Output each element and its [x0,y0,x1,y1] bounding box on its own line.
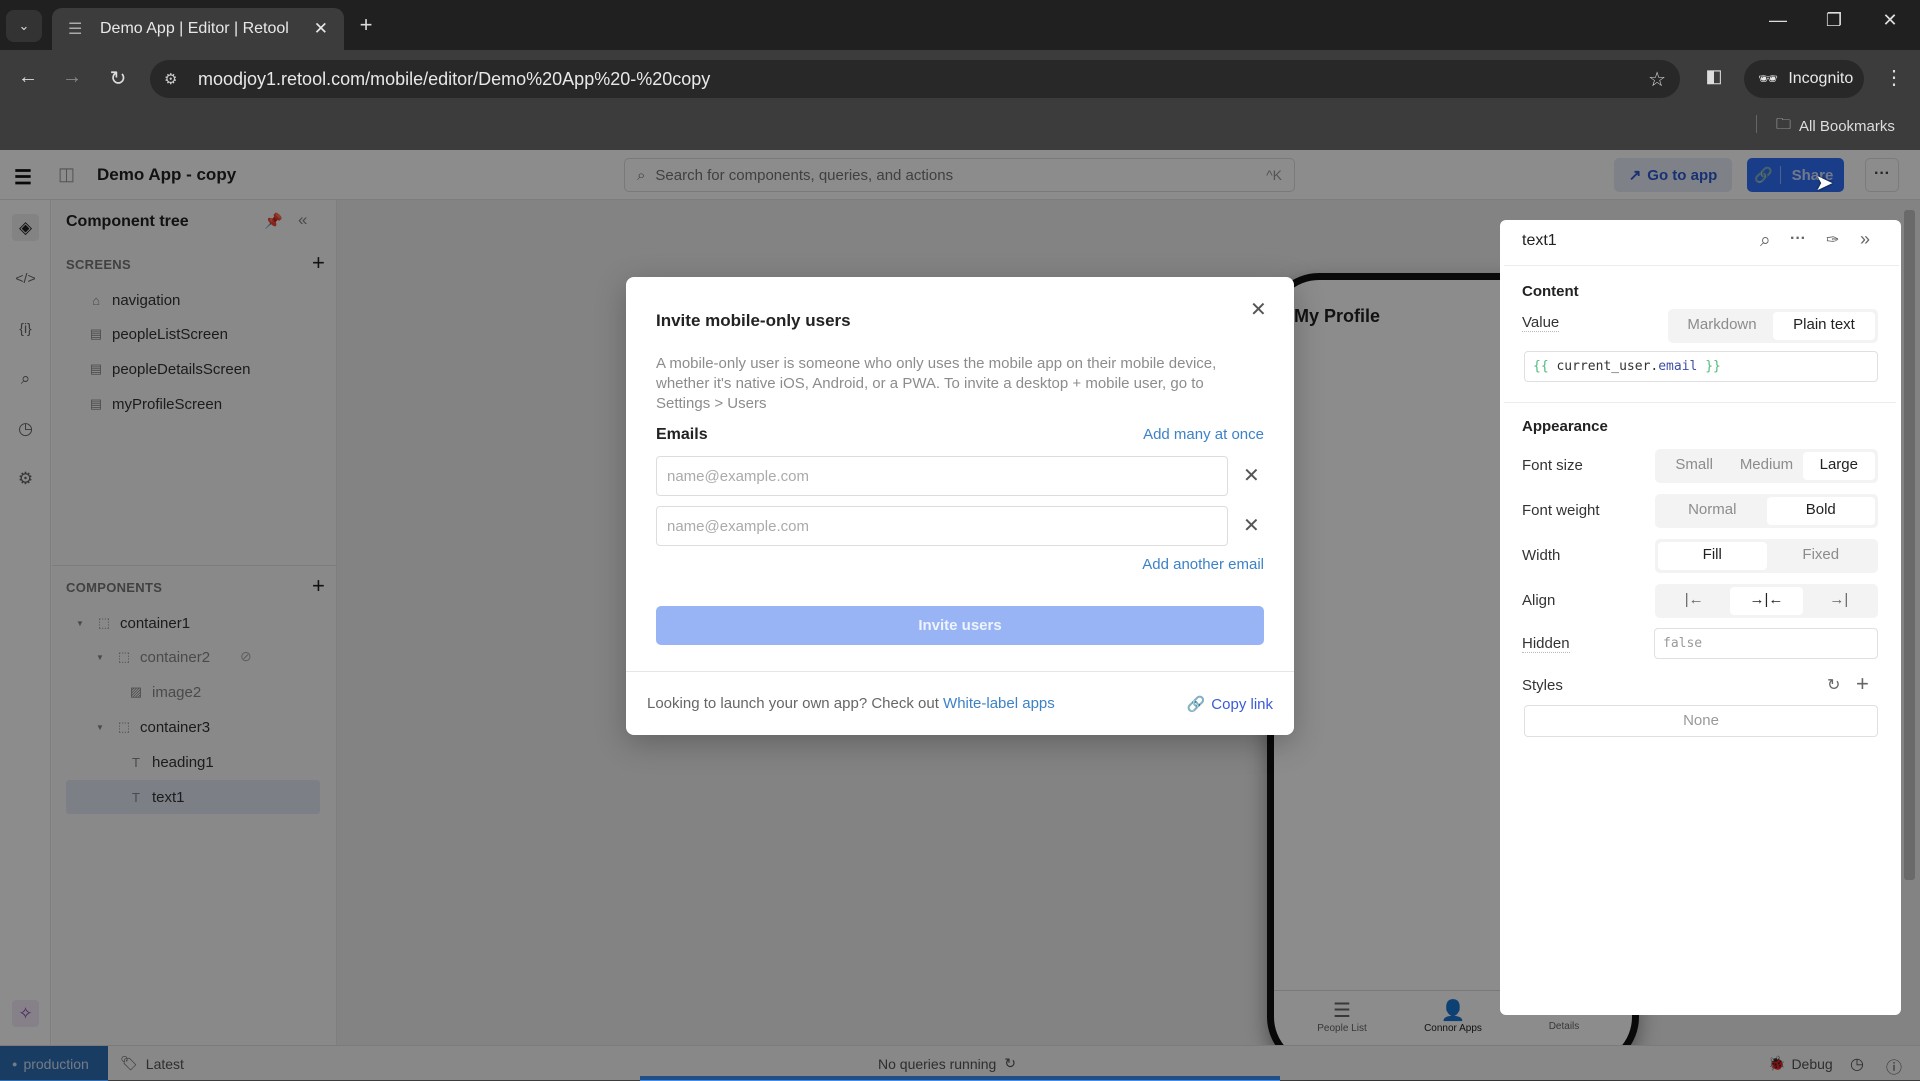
add-style-icon[interactable]: + [1856,671,1869,697]
modal-description: A mobile-only user is someone who only u… [656,355,1217,412]
align-left-icon[interactable]: |← [1658,587,1730,615]
invite-users-button[interactable]: Invite users [656,606,1264,645]
tab-search-button[interactable]: ⌄ [6,10,42,42]
site-info-icon[interactable]: ⚙ [164,70,186,88]
add-another-email-link[interactable]: Add another email [1142,556,1264,573]
unpin-icon[interactable]: ✑ [1826,230,1839,250]
remove-email-2-icon[interactable]: ✕ [1243,513,1260,538]
more-icon[interactable]: ··· [1790,230,1806,248]
value-mode-toggle[interactable]: Markdown Plain text [1668,309,1878,343]
remove-email-1-icon[interactable]: ✕ [1243,463,1260,488]
plain-text-option[interactable]: Plain text [1773,312,1875,340]
hidden-label: Hidden [1522,635,1570,653]
code-prop: email [1658,359,1698,374]
link-icon: 🔗 [1186,696,1206,713]
inspector-panel: text1 ⌕ ··· ✑ » Content Value Markdown P… [1500,220,1901,1015]
footer-text: Looking to launch your own app? Check ou… [647,695,1055,712]
value-code-input[interactable]: {{ current_user.email }} [1524,351,1878,382]
maximize-button[interactable]: ❐ [1814,10,1854,31]
incognito-icon: 🕶 [1758,71,1779,88]
all-bookmarks-label: All Bookmarks [1799,118,1895,135]
folder-icon: 🗀 [1776,116,1792,133]
search-icon[interactable]: ⌕ [1760,230,1771,252]
reload-button[interactable]: ↻ [98,66,138,91]
content-heading: Content [1522,283,1579,300]
incognito-badge[interactable]: 🕶 Incognito [1744,60,1864,98]
code-expr: current_user. [1556,359,1659,374]
font-size-toggle[interactable]: Small Medium Large [1655,449,1878,483]
font-weight-normal[interactable]: Normal [1658,497,1767,525]
width-label: Width [1522,547,1561,564]
bookmark-star-icon[interactable]: ☆ [1648,67,1666,92]
close-modal-icon[interactable]: ✕ [1250,297,1267,322]
mouse-cursor-icon: ➤ [1815,170,1834,195]
close-window-button[interactable]: ✕ [1870,10,1910,31]
value-label: Value [1522,314,1560,332]
align-label: Align [1522,592,1556,609]
back-button[interactable]: ← [8,66,48,89]
address-bar-row: ← → ↻ ⚙ moodjoy1.retool.com/mobile/edito… [0,50,1920,150]
font-size-small[interactable]: Small [1658,452,1730,480]
invite-users-modal: Invite mobile-only users ✕ A mobile-only… [626,277,1294,735]
footer-prompt: Looking to launch your own app? Check ou… [647,695,939,712]
styles-value[interactable]: None [1524,705,1878,737]
code-brace-open: {{ [1533,359,1549,374]
browser-tab-bar: ⌄ ☰ Demo App | Editor | Retool ✕ + — ❐ ✕ [0,0,1920,50]
inspector-divider [1504,402,1896,403]
font-weight-label: Font weight [1522,502,1600,519]
incognito-label: Incognito [1788,70,1854,87]
font-weight-bold[interactable]: Bold [1766,497,1875,525]
inspector-divider [1504,265,1899,266]
all-bookmarks[interactable]: 🗀 All Bookmarks [1776,114,1895,139]
minimize-button[interactable]: — [1758,10,1798,31]
font-size-large[interactable]: Large [1802,452,1875,480]
add-many-link[interactable]: Add many at once [1143,426,1264,443]
url-text: moodjoy1.retool.com/mobile/editor/Demo%2… [198,68,711,89]
browser-menu-icon[interactable]: ⋮ [1874,65,1914,90]
side-panel-icon[interactable]: ◧ [1694,66,1734,87]
width-fixed[interactable]: Fixed [1767,542,1876,570]
markdown-option[interactable]: Markdown [1671,312,1773,340]
bookmarks-divider [1756,115,1757,133]
forward-button[interactable]: → [52,66,92,89]
align-toggle[interactable]: |← →|← →| [1655,584,1878,618]
styles-label: Styles [1522,677,1563,694]
align-right-icon[interactable]: →| [1803,587,1875,615]
new-tab-button[interactable]: + [346,12,386,38]
font-weight-toggle[interactable]: Normal Bold [1655,494,1878,528]
appearance-heading: Appearance [1522,418,1608,435]
width-fill[interactable]: Fill [1658,542,1767,570]
collapse-inspector-icon[interactable]: » [1860,229,1870,250]
align-center-icon[interactable]: →|← [1730,587,1803,615]
emails-label: Emails [656,426,708,443]
font-size-label: Font size [1522,457,1583,474]
canvas-scrollbar[interactable] [1904,210,1915,880]
email-input-2[interactable] [656,506,1228,546]
inspector-component-name[interactable]: text1 [1522,232,1557,250]
code-brace-close: }} [1705,359,1721,374]
close-tab-icon[interactable]: ✕ [314,19,328,39]
width-toggle[interactable]: Fill Fixed [1655,539,1878,573]
white-label-apps-link[interactable]: White-label apps [943,695,1055,712]
hidden-input[interactable]: false [1654,628,1878,659]
url-bar[interactable]: ⚙ moodjoy1.retool.com/mobile/editor/Demo… [150,60,1680,98]
tab-title: Demo App | Editor | Retool [100,20,289,37]
retool-favicon-icon: ☰ [68,21,83,38]
browser-tab[interactable]: ☰ Demo App | Editor | Retool ✕ [52,8,344,50]
font-size-medium[interactable]: Medium [1730,452,1802,480]
copy-link-label: Copy link [1211,695,1273,713]
email-input-1[interactable] [656,456,1228,496]
reset-styles-icon[interactable]: ↻ [1827,675,1840,695]
modal-footer-divider [626,671,1294,672]
copy-link-button[interactable]: 🔗 Copy link [1186,695,1273,714]
modal-title: Invite mobile-only users [656,311,851,330]
